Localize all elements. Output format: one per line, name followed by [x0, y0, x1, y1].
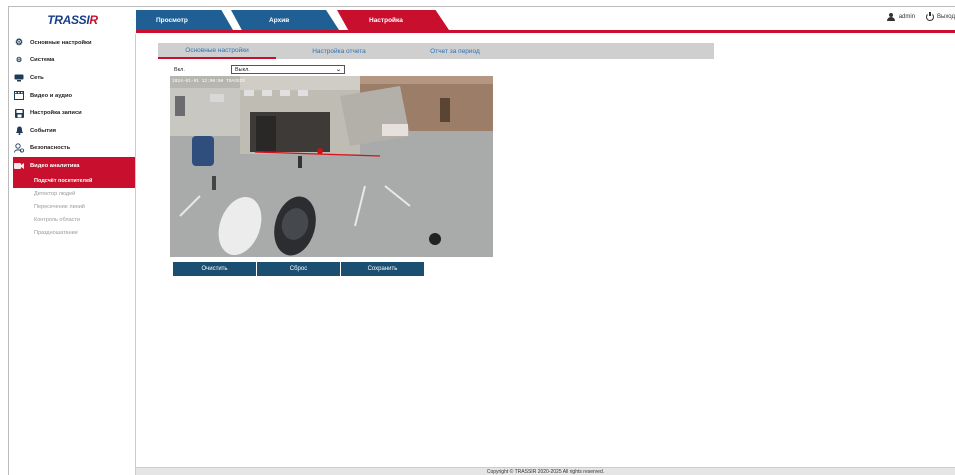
sidebar-subitem-label: Контроль области — [34, 217, 80, 224]
sidebar-item-security[interactable]: Безопасность — [9, 140, 135, 158]
logout-button[interactable]: Выход — [926, 12, 955, 21]
camera-timestamp: 2024-01-01 12:00:00 TRASSIR — [172, 78, 245, 84]
logout-label: Выход — [937, 14, 955, 20]
sidebar: ⚙ Основные настройки ⚙ Система Сеть Виде… — [9, 34, 136, 475]
trassir-logo: TRASSI R — [9, 7, 136, 33]
reset-button[interactable]: Сброс — [257, 262, 340, 276]
bell-icon — [14, 126, 24, 136]
tab-settings-label: Настройка — [369, 16, 403, 24]
subtab-basic-settings[interactable]: Основные настройки — [158, 43, 276, 59]
enable-select[interactable]: Выкл. ⌄ — [231, 65, 345, 74]
app-window: TRASSI R Просмотр Архив Настройка admin В… — [8, 6, 955, 475]
subtab-period-report[interactable]: Отчет за период — [400, 43, 510, 59]
tab-view[interactable]: Просмотр — [136, 10, 233, 30]
tab-archive-label: Архив — [269, 16, 290, 24]
sidebar-subitem-label: Подсчёт посетителей — [34, 178, 93, 185]
sidebar-item-basic-settings[interactable]: ⚙ Основные настройки — [9, 34, 135, 52]
user-icon — [886, 13, 895, 21]
gears-icon: ⚙ — [15, 57, 23, 65]
footer: Copyright © TRASSIR 2020-2025 All rights… — [136, 467, 955, 475]
user-shield-icon — [14, 143, 24, 153]
sidebar-item-events[interactable]: События — [9, 122, 135, 140]
subtab-label: Настройка отчета — [312, 47, 366, 55]
enable-row: Вкл. Выкл. ⌄ — [174, 65, 345, 74]
user-name: admin — [898, 14, 916, 20]
subtab-label: Основные настройки — [185, 46, 249, 54]
tab-archive[interactable]: Архив — [231, 10, 339, 30]
save-icon — [14, 108, 24, 118]
sidebar-item-label: Настройка записи — [30, 110, 82, 117]
sidebar-item-network[interactable]: Сеть — [9, 69, 135, 87]
video-icon — [14, 91, 24, 101]
sidebar-subitem-visitor-count[interactable]: Подсчёт посетителей — [13, 174, 135, 188]
sidebar-item-label: Система — [30, 57, 55, 64]
sidebar-subitem-loitering[interactable]: Праздношатание — [9, 227, 135, 240]
sidebar-subitem-area-control[interactable]: Контроль области — [9, 214, 135, 227]
enable-label: Вкл. — [174, 66, 185, 73]
sidebar-item-video-analytics[interactable]: Видео аналитика — [13, 157, 135, 175]
sidebar-subitem-people-detector[interactable]: Детектор людей — [9, 188, 135, 201]
user-box: admin Выход — [886, 12, 955, 21]
sidebar-item-label: Безопасность — [30, 145, 71, 152]
sidebar-subitem-line-crossing[interactable]: Пересечение линий — [9, 201, 135, 214]
sidebar-item-label: Сеть — [30, 74, 44, 81]
sidebar-item-label: События — [30, 127, 57, 134]
camera-view[interactable]: 2024-01-01 12:00:00 TRASSIR — [170, 76, 493, 257]
user-menu[interactable]: admin — [886, 13, 916, 21]
sidebar-item-label: Основные настройки — [30, 39, 92, 46]
sidebar-subitem-label: Праздношатание — [34, 230, 78, 237]
enable-select-value: Выкл. — [235, 66, 250, 73]
camera-frame: 2024-01-01 12:00:00 TRASSIR — [170, 76, 493, 257]
gear-icon: ⚙ — [14, 37, 24, 48]
top-navigation: Просмотр Архив Настройка admin Выход — [136, 7, 955, 33]
tab-view-label: Просмотр — [156, 16, 188, 24]
subtab-label: Отчет за период — [430, 47, 480, 55]
power-icon — [926, 12, 935, 21]
clear-button[interactable]: Очистить — [173, 262, 256, 276]
subtab-report-settings[interactable]: Настройка отчета — [284, 43, 394, 59]
analytics-icon — [14, 161, 24, 170]
copyright-text: Copyright © TRASSIR 2020-2025 All rights… — [486, 468, 605, 475]
tab-settings[interactable]: Настройка — [337, 10, 449, 30]
sidebar-subitem-label: Детектор людей — [34, 191, 76, 198]
sidebar-item-video-audio[interactable]: Видео и аудио — [9, 87, 135, 105]
logo-accent: R — [89, 13, 98, 27]
save-button[interactable]: Сохранить — [341, 262, 424, 276]
sidebar-subitem-label: Пересечение линий — [34, 204, 85, 211]
network-icon — [14, 73, 24, 82]
chevron-down-icon: ⌄ — [335, 67, 342, 73]
sidebar-item-recording[interactable]: Настройка записи — [9, 104, 135, 122]
logo-text: TRASSI — [47, 13, 90, 27]
sidebar-item-system[interactable]: ⚙ Система — [9, 52, 135, 70]
sidebar-item-label: Видео аналитика — [30, 162, 80, 169]
sidebar-item-label: Видео и аудио — [30, 92, 73, 99]
subtab-bar: Основные настройки Настройка отчета Отче… — [158, 43, 714, 59]
